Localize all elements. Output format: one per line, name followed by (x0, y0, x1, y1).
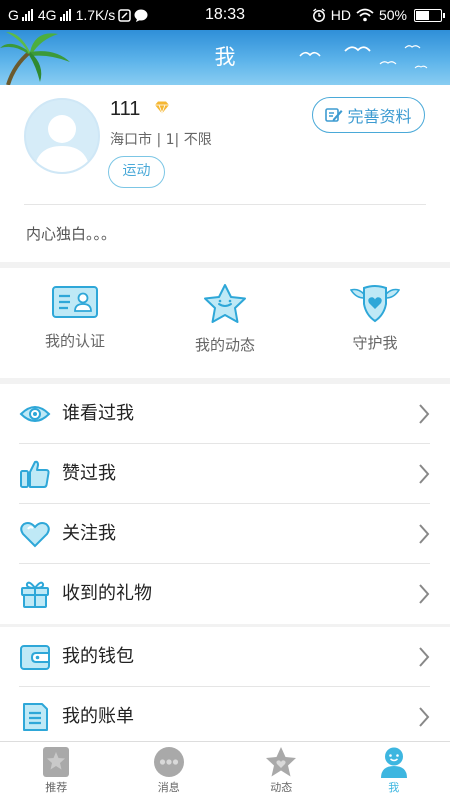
menu-group-finance: 我的钱包 我的账单 (0, 627, 450, 747)
nfc-icon (118, 8, 132, 22)
network-type: 4G (37, 7, 57, 23)
menu-item-label: 我的账单 (62, 706, 134, 727)
signal-icon (21, 9, 33, 21)
chevron-right-icon (419, 524, 430, 544)
menu-item-label: 赞过我 (62, 463, 116, 484)
wallet-icon (20, 645, 50, 670)
edit-profile-button[interactable]: 完善资料 (312, 97, 425, 133)
menu-item-wallet[interactable]: 我的钱包 (0, 627, 450, 687)
chevron-right-icon (419, 404, 430, 424)
thumbs-up-icon (20, 460, 50, 488)
quick-item-guardian[interactable]: 守护我 (300, 268, 450, 378)
diamond-vip-icon (155, 101, 169, 114)
divider (24, 204, 426, 205)
bottom-nav: 推荐 消息 动态 我 (0, 741, 450, 800)
quick-item-certification[interactable]: 我的认证 (0, 268, 150, 378)
header: 我 (0, 30, 450, 85)
menu-item-label: 谁看过我 (62, 403, 134, 424)
page-title: 我 (214, 45, 236, 69)
chevron-right-icon (419, 464, 430, 484)
menu-item-likes[interactable]: 赞过我 (0, 444, 450, 504)
signal-icon-2 (59, 9, 71, 21)
edit-profile-label: 完善资料 (347, 107, 412, 126)
nav-item-recommend[interactable]: 推荐 (0, 742, 113, 800)
default-avatar-icon (34, 115, 90, 172)
status-bar: G 4G 1.7K/s 18:33 HD 50% (0, 0, 450, 30)
chevron-right-icon (419, 707, 430, 727)
menu-item-label: 收到的礼物 (62, 583, 152, 604)
star-bubble-icon (204, 284, 246, 323)
network-speed: 1.7K/s (75, 7, 116, 23)
location-info: 海口市 | 1| 不限 (110, 132, 212, 148)
moments-icon (266, 747, 297, 777)
username: 111 (110, 98, 141, 120)
nav-item-messages[interactable]: 消息 (113, 742, 226, 800)
edit-icon (325, 108, 343, 122)
heart-icon (20, 522, 50, 548)
chevron-right-icon (419, 647, 430, 667)
quick-item-label: 我的认证 (44, 332, 105, 350)
recommend-icon (43, 747, 70, 777)
signature-text[interactable]: 内心独白。。。 (26, 223, 116, 244)
avatar[interactable] (24, 98, 100, 174)
menu-item-visitors[interactable]: 谁看过我 (0, 384, 450, 444)
profile-card: 111 海口市 | 1| 不限 运动 完善资料 内心独白。。。 (0, 85, 450, 262)
id-card-icon (52, 286, 98, 318)
nav-label: 推荐 (45, 781, 68, 794)
winged-shield-icon (350, 285, 400, 323)
menu-item-gifts[interactable]: 收到的礼物 (0, 564, 450, 624)
nav-item-me[interactable]: 我 (338, 742, 450, 800)
nav-label: 消息 (157, 781, 180, 794)
battery-icon (414, 8, 445, 22)
alarm-icon (312, 8, 325, 22)
menu-item-followers[interactable]: 关注我 (0, 504, 450, 564)
battery-percent: 50% (378, 7, 407, 23)
bill-icon (23, 703, 48, 731)
carrier-label: G (8, 7, 19, 23)
nav-label: 动态 (270, 781, 293, 794)
gift-icon (21, 581, 49, 608)
quick-actions: 我的认证 我的动态 守护我 (0, 268, 450, 378)
menu-item-bill[interactable]: 我的账单 (0, 687, 450, 747)
nav-item-moments[interactable]: 动态 (225, 742, 338, 800)
chevron-right-icon (419, 584, 430, 604)
quick-item-label: 我的动态 (194, 336, 255, 354)
chat-icon (134, 9, 148, 22)
wifi-icon (356, 8, 374, 22)
me-icon (380, 747, 407, 778)
message-icon (153, 747, 184, 777)
menu-item-label: 关注我 (62, 523, 116, 544)
eye-icon (19, 406, 51, 422)
battery-level (416, 10, 429, 20)
hd-label: HD (330, 7, 351, 23)
menu-group-social: 谁看过我 赞过我 关注我 收到的礼物 (0, 384, 450, 624)
interest-tag[interactable]: 运动 (108, 156, 165, 188)
nav-label: 我 (388, 781, 400, 794)
menu-item-label: 我的钱包 (62, 646, 134, 667)
quick-item-label: 守护我 (352, 334, 398, 352)
quick-item-moments[interactable]: 我的动态 (150, 268, 300, 378)
